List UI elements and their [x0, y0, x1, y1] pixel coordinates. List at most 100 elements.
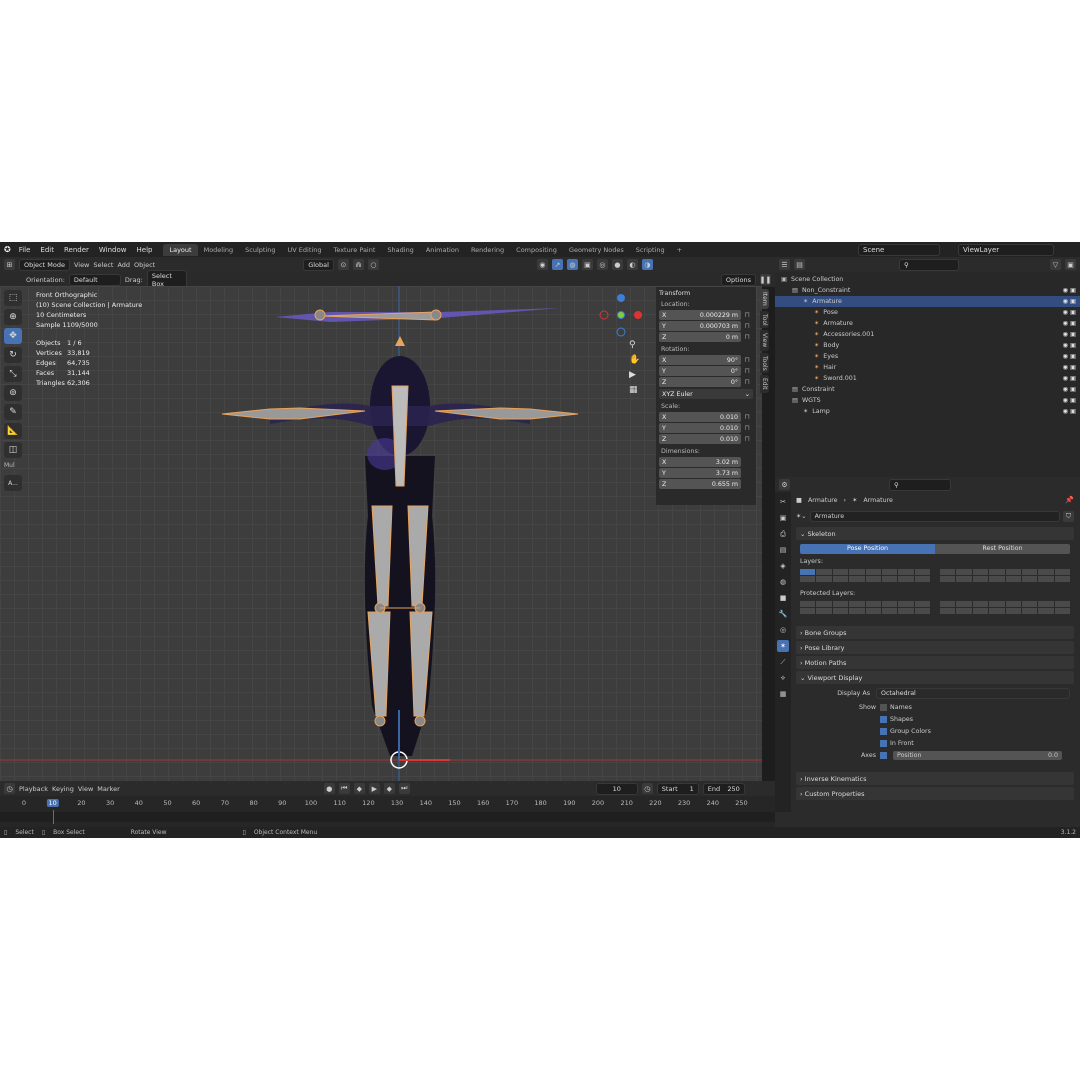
tab-geometry-nodes[interactable]: Geometry Nodes — [563, 244, 630, 256]
frame-ruler[interactable]: 0 10 20 30 40 50 60 70 80 90 100 110 120 130 140 150 160… — [0, 796, 775, 810]
rest-position-button[interactable]: Rest Position — [935, 544, 1070, 554]
outliner-item[interactable]: ✶ Body ◉ ▣ — [775, 340, 1080, 351]
location-y-field[interactable]: Y 0.000703 m — [659, 321, 741, 331]
add-workspace-button[interactable]: + — [671, 244, 688, 256]
tab-tool[interactable]: Tool — [760, 310, 769, 329]
tab-edit[interactable]: Edit — [760, 375, 769, 393]
checkbox-unchecked-icon[interactable] — [880, 703, 887, 711]
menu-render[interactable]: Render — [59, 246, 94, 254]
viewlayer-selector[interactable]: ViewLayer — [958, 244, 1054, 256]
scene-tab-icon[interactable]: ◈ — [777, 560, 789, 572]
fake-user-icon[interactable]: ⛉ — [1063, 511, 1074, 522]
grid-ortho-icon[interactable]: ▦ — [629, 383, 640, 398]
viewport-display-panel-header[interactable]: ⌄ Viewport Display — [796, 671, 1074, 684]
outliner-item[interactable]: ▤ Constraint ◉ ▣ — [775, 384, 1080, 395]
tab-animation[interactable]: Animation — [420, 244, 465, 256]
scale-icon[interactable]: ⤡ — [4, 366, 22, 382]
menu-playback[interactable]: Playback — [19, 785, 48, 793]
dimension-z-field[interactable]: Z 0.655 m — [659, 479, 741, 489]
visibility-toggles[interactable]: ◉ ▣ — [1063, 386, 1076, 393]
pause-render-icon[interactable]: ❚❚ — [760, 274, 771, 285]
menu-edit[interactable]: Edit — [35, 246, 59, 254]
camera-icon[interactable]: ▶ — [629, 368, 640, 383]
lock-icon[interactable]: ⊓ — [741, 378, 753, 386]
outliner-item[interactable]: ✶ Hair ◉ ▣ — [775, 362, 1080, 373]
zoom-icon[interactable]: ⚲ — [629, 338, 640, 353]
tab-item[interactable]: Item — [760, 289, 769, 309]
transform-icon[interactable]: ⊚ — [4, 385, 22, 401]
dimension-y-field[interactable]: Y 3.73 m — [659, 468, 741, 478]
visibility-toggles[interactable]: ◉ ▣ — [1063, 287, 1076, 294]
tab-tools[interactable]: Tools — [760, 352, 769, 374]
menu-window[interactable]: Window — [94, 246, 132, 254]
menu-view[interactable]: View — [74, 261, 89, 269]
bone-tab-icon[interactable]: ⟋ — [777, 656, 789, 668]
tab-layout[interactable]: Layout — [163, 243, 198, 256]
display-mode-icon[interactable]: ▤ — [794, 259, 805, 270]
tab-view[interactable]: View — [760, 330, 769, 351]
outliner-item[interactable]: ✶ Eyes ◉ ▣ — [775, 351, 1080, 362]
outliner-item[interactable]: ✶ Sword.001 ◉ ▣ — [775, 373, 1080, 384]
gizmo-icon[interactable]: ↗ — [551, 259, 563, 270]
lock-icon[interactable]: ⊓ — [741, 435, 753, 443]
annotate-icon[interactable]: ✎ — [4, 404, 22, 420]
options-dropdown[interactable]: Options — [720, 273, 756, 286]
outliner-search[interactable]: ⚲ — [899, 258, 959, 271]
motion-paths-panel-header[interactable]: › Motion Paths — [796, 656, 1074, 669]
rotate-icon[interactable]: ↻ — [4, 347, 22, 363]
menu-add[interactable]: Add — [117, 261, 130, 269]
scene-selector[interactable]: Scene — [858, 244, 940, 256]
editor-type-icon[interactable]: ☰ — [779, 259, 790, 270]
lock-icon[interactable]: ⊓ — [741, 424, 753, 432]
visibility-toggles[interactable]: ◉ ▣ — [1063, 364, 1076, 371]
world-tab-icon[interactable]: ◍ — [777, 576, 789, 588]
protected-layers-grid[interactable] — [800, 601, 1070, 614]
inverse-kinematics-panel-header[interactable]: › Inverse Kinematics — [796, 772, 1074, 785]
location-z-field[interactable]: Z0 m — [659, 332, 741, 342]
prev-key-icon[interactable]: ◆ — [353, 783, 365, 794]
visibility-toggles[interactable]: ◉ ▣ — [1063, 397, 1076, 404]
outliner-item[interactable]: ✶ Lamp ◉ ▣ — [775, 406, 1080, 417]
visibility-icon[interactable]: ◉ — [536, 259, 548, 270]
lock-icon[interactable]: ⊓ — [741, 413, 753, 421]
lock-icon[interactable]: ⊓ — [741, 333, 753, 341]
outliner-item[interactable]: ✶ Armature ◉ ▣ — [775, 318, 1080, 329]
tab-texture-paint[interactable]: Texture Paint — [327, 244, 381, 256]
visibility-toggles[interactable]: ◉ ▣ — [1063, 331, 1076, 338]
timeline-track[interactable] — [0, 812, 775, 822]
next-key-icon[interactable]: ◆ — [383, 783, 395, 794]
scale-x-field[interactable]: X 0.010 — [659, 412, 741, 422]
transform-title[interactable]: Transform — [659, 290, 753, 297]
add-cube-icon[interactable]: ◫ — [4, 442, 22, 458]
lock-icon[interactable]: ⊓ — [741, 322, 753, 330]
proportional-icon[interactable]: ○ — [367, 259, 379, 270]
outliner-item[interactable]: ✶ Pose ◉ ▣ — [775, 307, 1080, 318]
editor-type-icon[interactable]: ⊞ — [4, 259, 15, 270]
playhead[interactable] — [53, 810, 54, 824]
clock-icon[interactable]: ◷ — [641, 783, 653, 794]
armature-name-field[interactable]: Armature — [809, 511, 1060, 522]
menu-help[interactable]: Help — [132, 246, 158, 254]
tab-uv-editing[interactable]: UV Editing — [282, 244, 328, 256]
shading-wire-icon[interactable]: ◎ — [596, 259, 608, 270]
checkbox-checked-icon[interactable] — [880, 715, 887, 723]
shading-rendered-icon[interactable]: ◑ — [641, 259, 653, 270]
transform-orientation-dropdown[interactable]: Global — [303, 258, 334, 271]
visibility-toggles[interactable]: ◉ ▣ — [1063, 298, 1076, 305]
armature-data-tab-icon[interactable]: ✶ — [777, 640, 789, 652]
pin-icon[interactable]: 📌 — [1065, 496, 1074, 504]
outliner-item[interactable]: ▤ WGTS ◉ ▣ — [775, 395, 1080, 406]
dimension-x-field[interactable]: X 3.02 m — [659, 457, 741, 467]
visibility-toggles[interactable]: ◉ ▣ — [1063, 353, 1076, 360]
menu-keying[interactable]: Keying — [52, 785, 74, 793]
menu-marker[interactable]: Marker — [97, 785, 119, 793]
clock-icon[interactable]: ◷ — [4, 783, 15, 794]
armature-browse-icon[interactable]: ✶⌄ — [796, 513, 807, 520]
xray-icon[interactable]: ▣ — [581, 259, 593, 270]
rotation-x-field[interactable]: X 90° — [659, 355, 741, 365]
visibility-toggles[interactable]: ◉ ▣ — [1063, 309, 1076, 316]
pivot-icon[interactable]: ⊙ — [337, 259, 349, 270]
measure-icon[interactable]: 📐 — [4, 423, 22, 439]
end-frame-field[interactable]: End 250 — [702, 782, 745, 795]
tab-scripting[interactable]: Scripting — [630, 244, 671, 256]
